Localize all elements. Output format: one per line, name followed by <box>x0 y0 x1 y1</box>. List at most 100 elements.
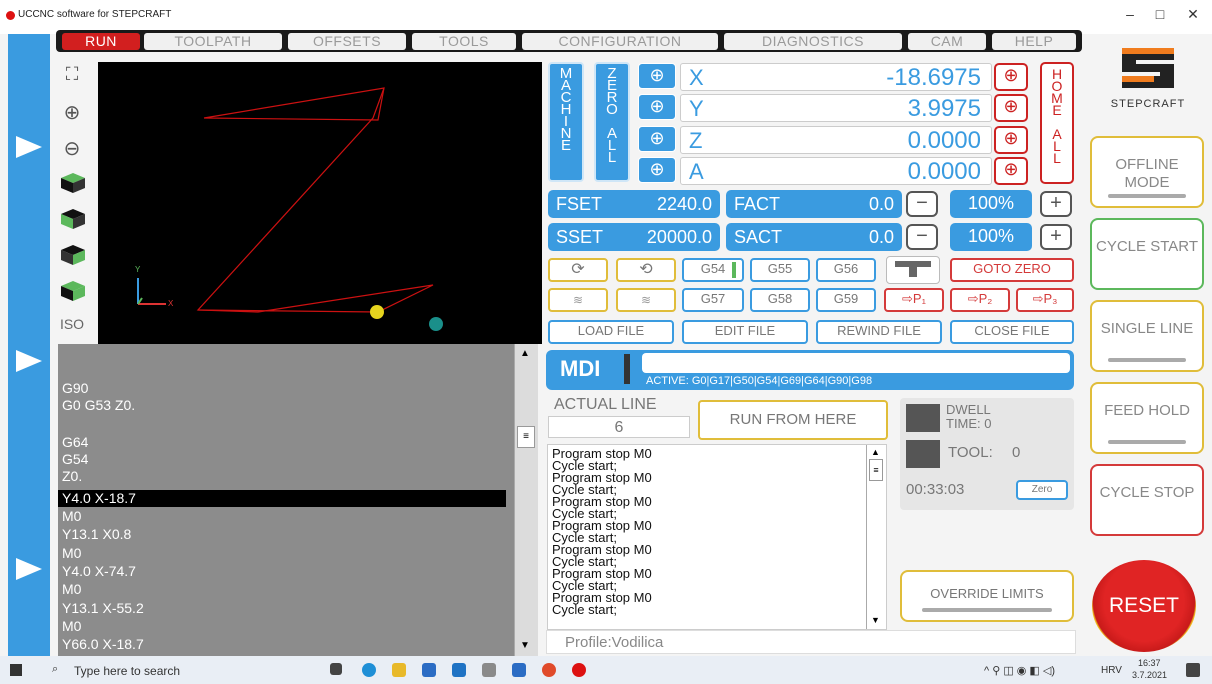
gcode-line[interactable]: G54 <box>62 451 510 468</box>
coolant-mist-button[interactable]: ≋ <box>616 288 676 312</box>
tab-offsets[interactable]: OFFSETS <box>288 33 406 50</box>
load-file-button[interactable]: LOAD FILE <box>548 320 674 344</box>
zoom-in-icon[interactable]: ⊕ <box>56 100 88 125</box>
cycle-stop-button[interactable]: CYCLE STOP <box>1090 464 1204 536</box>
notifications-icon[interactable] <box>1186 663 1200 677</box>
log-scroll-up-icon[interactable]: ▲ <box>871 447 880 457</box>
gcode-scrollbar[interactable]: ▲ ≡ ▼ <box>514 344 538 656</box>
zero-y-button[interactable]: ⊕ <box>638 94 676 120</box>
home-x-button[interactable]: ⊕ <box>994 63 1028 91</box>
file-explorer-icon[interactable] <box>392 663 406 677</box>
gcode-line[interactable]: M0 <box>62 508 510 525</box>
g58-button[interactable]: G58 <box>750 288 810 312</box>
language-indicator[interactable]: HRV <box>1101 665 1122 676</box>
tab-run[interactable]: RUN <box>62 33 140 50</box>
mdi-input[interactable] <box>642 353 1070 373</box>
gcode-line[interactable]: Y13.1 X0.8 <box>62 526 510 543</box>
reset-button[interactable]: RESET <box>1092 560 1196 652</box>
panel-arrow-icon[interactable] <box>16 558 42 580</box>
spindle-cw-button[interactable]: ⟳ <box>548 258 608 282</box>
close-file-button[interactable]: CLOSE FILE <box>950 320 1074 344</box>
gcode-line-selected[interactable]: Y4.0 X-18.7 <box>58 490 506 507</box>
x-axis-dro[interactable]: X -18.6975 <box>680 63 992 91</box>
goto-p2-button[interactable]: ⇨P₂ <box>950 288 1010 312</box>
log-scroll-down-icon[interactable]: ▼ <box>871 615 880 625</box>
log-scroll-thumb[interactable]: ≡ <box>869 459 883 481</box>
app-icon[interactable] <box>512 663 526 677</box>
override-limits-button[interactable]: OVERRIDE LIMITS <box>900 570 1074 622</box>
maximize-button[interactable]: □ <box>1145 6 1175 22</box>
zero-all-button[interactable]: Z E R O A L L <box>594 62 630 182</box>
search-icon[interactable]: ⌕ <box>52 663 58 676</box>
gcode-line[interactable]: Z0. <box>62 468 510 485</box>
gcode-listing[interactable]: G90 G0 G53 Z0. G64 G54 Z0. Y4.0 X-18.7 M… <box>58 344 514 656</box>
taskbar-search-box[interactable]: Type here to search <box>74 664 180 678</box>
feed-hold-button[interactable]: FEED HOLD <box>1090 382 1204 454</box>
zero-x-button[interactable]: ⊕ <box>638 63 676 89</box>
goto-p1-button[interactable]: ⇨P₁ <box>884 288 944 312</box>
spindle-set-field[interactable]: SSET 20000.0 <box>548 223 720 251</box>
edge-icon[interactable] <box>362 663 376 677</box>
tab-toolpath[interactable]: TOOLPATH <box>144 33 282 50</box>
offline-mode-button[interactable]: OFFLINE MODE <box>1090 136 1204 208</box>
z-axis-dro[interactable]: Z 0.0000 <box>680 126 992 154</box>
gcode-line[interactable]: Y66.0 X-18.7 <box>62 636 510 653</box>
view-top-cube-icon[interactable] <box>60 172 86 194</box>
g55-button[interactable]: G55 <box>750 258 810 282</box>
panel-arrow-icon[interactable] <box>16 350 42 372</box>
rewind-file-button[interactable]: REWIND FILE <box>816 320 942 344</box>
minimize-button[interactable]: – <box>1115 6 1145 22</box>
scroll-down-icon[interactable]: ▼ <box>520 640 530 651</box>
y-axis-dro[interactable]: Y 3.9975 <box>680 94 992 122</box>
store-icon[interactable] <box>422 663 436 677</box>
clock-time[interactable]: 16:37 <box>1138 658 1161 668</box>
log-scrollbar[interactable]: ▲ ≡ ▼ <box>866 445 886 629</box>
spindle-ccw-button[interactable]: ⟲ <box>616 258 676 282</box>
close-button[interactable]: ✕ <box>1178 6 1208 23</box>
goto-zero-button[interactable]: GOTO ZERO <box>950 258 1074 282</box>
home-all-button[interactable]: H O M E A L L <box>1040 62 1074 184</box>
spindle-plus-button[interactable]: + <box>1040 224 1072 250</box>
gcode-line[interactable] <box>62 363 510 380</box>
fit-view-icon[interactable]: ⛶ <box>56 64 88 85</box>
chrome-icon[interactable] <box>542 663 556 677</box>
view-iso-cube-icon[interactable] <box>60 280 86 302</box>
iso-view-button[interactable]: ISO <box>56 316 88 332</box>
tab-tools[interactable]: TOOLS <box>412 33 516 50</box>
g59-button[interactable]: G59 <box>816 288 876 312</box>
feed-set-field[interactable]: FSET 2240.0 <box>548 190 720 218</box>
task-view-icon[interactable] <box>330 663 342 675</box>
windows-start-icon[interactable] <box>10 664 22 676</box>
panel-arrow-icon[interactable] <box>16 136 42 158</box>
a-axis-dro[interactable]: A 0.0000 <box>680 157 992 185</box>
clock-date[interactable]: 3.7.2021 <box>1132 670 1167 680</box>
goto-p3-button[interactable]: ⇨P₃ <box>1016 288 1074 312</box>
cycle-start-button[interactable]: CYCLE START <box>1090 218 1204 290</box>
tab-diagnostics[interactable]: DIAGNOSTICS <box>724 33 902 50</box>
timer-zero-button[interactable]: Zero <box>1016 480 1068 500</box>
edit-file-button[interactable]: EDIT FILE <box>682 320 808 344</box>
actual-line-value[interactable]: 6 <box>548 416 690 438</box>
gcode-line[interactable]: M0 <box>62 545 510 562</box>
mail-icon[interactable] <box>452 663 466 677</box>
tab-help[interactable]: HELP <box>992 33 1076 50</box>
gcode-line[interactable]: G64 <box>62 434 510 451</box>
tab-configuration[interactable]: CONFIGURATION <box>522 33 718 50</box>
scroll-up-icon[interactable]: ▲ <box>520 348 530 359</box>
gcode-line[interactable]: M0 <box>62 618 510 635</box>
system-tray-icons[interactable]: ^ ⚲ ◫ ◉ ◧ ◁) <box>984 664 1055 677</box>
gcode-line[interactable]: Y4.0 X-74.7 <box>62 563 510 580</box>
view-side-cube-icon[interactable] <box>60 244 86 266</box>
spindle-minus-button[interactable]: − <box>906 224 938 250</box>
gcode-line[interactable]: G90 <box>62 380 510 397</box>
view-front-cube-icon[interactable] <box>60 208 86 230</box>
toolpath-viewport[interactable]: Y X <box>98 62 542 344</box>
feed-plus-button[interactable]: + <box>1040 191 1072 217</box>
machine-coords-button[interactable]: M A C H I N E <box>548 62 584 182</box>
zero-a-button[interactable]: ⊕ <box>638 157 676 183</box>
gcode-line[interactable] <box>62 346 510 363</box>
zero-z-button[interactable]: ⊕ <box>638 126 676 152</box>
uccnc-taskbar-icon[interactable] <box>572 663 586 677</box>
home-y-button[interactable]: ⊕ <box>994 94 1028 122</box>
gcode-line[interactable]: Y13.1 X-55.2 <box>62 600 510 617</box>
